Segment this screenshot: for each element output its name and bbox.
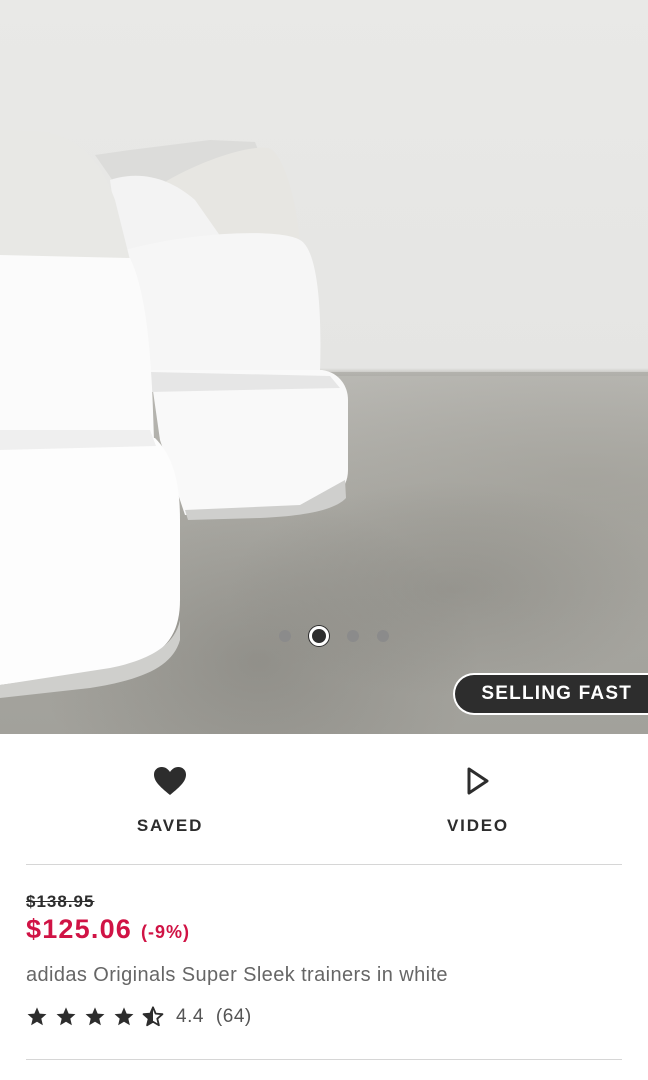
product-image-gallery[interactable]: SELLING FAST xyxy=(0,0,648,734)
heart-filled-icon xyxy=(153,764,187,798)
product-photo xyxy=(0,130,348,698)
video-label: VIDEO xyxy=(447,816,509,835)
star-full-icon xyxy=(85,1007,105,1026)
star-half-icon xyxy=(142,1006,164,1027)
product-actions: SAVED VIDEO xyxy=(0,734,648,864)
sale-price: $125.06 xyxy=(26,914,132,944)
saved-button[interactable]: SAVED xyxy=(70,734,270,864)
pagination-dot[interactable] xyxy=(377,630,389,642)
rating-value: 4.4 xyxy=(176,1006,204,1027)
pagination-dot[interactable] xyxy=(279,630,291,642)
rating-stars xyxy=(26,1006,164,1028)
pagination-dot[interactable] xyxy=(347,630,359,642)
play-outline-icon xyxy=(465,764,491,798)
price-row: $125.06 (-9%) xyxy=(26,914,190,945)
star-full-icon xyxy=(27,1007,47,1026)
original-price: $138.95 xyxy=(26,892,95,911)
gallery-pagination xyxy=(270,626,398,646)
product-rating[interactable]: 4.4 (64) xyxy=(26,1006,252,1028)
star-full-icon xyxy=(114,1007,134,1026)
saved-label: SAVED xyxy=(136,816,204,835)
video-button[interactable]: VIDEO xyxy=(378,734,578,864)
star-full-icon xyxy=(56,1007,76,1026)
discount-percent: (-9%) xyxy=(141,922,190,942)
pagination-dot-active[interactable] xyxy=(309,626,329,646)
divider xyxy=(26,1059,622,1060)
rating-count: (64) xyxy=(215,1006,252,1027)
divider xyxy=(26,864,622,865)
selling-fast-badge: SELLING FAST xyxy=(453,673,648,715)
product-title: adidas Originals Super Sleek trainers in… xyxy=(26,964,448,986)
